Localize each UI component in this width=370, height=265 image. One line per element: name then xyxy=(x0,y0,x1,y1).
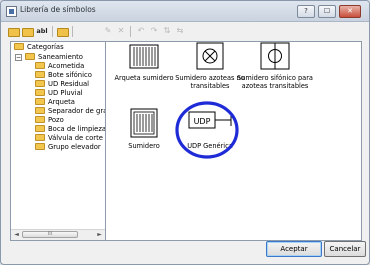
toolbar: abl ✎ ✕ ↶ ↷ ⇅ ⇆ xyxy=(7,25,207,39)
folder-icon xyxy=(35,143,45,150)
flip-icon[interactable]: ⇅ xyxy=(161,25,173,37)
folder-new-icon[interactable] xyxy=(56,25,69,37)
folder-icon xyxy=(35,116,45,123)
tree-item-label: Arqueta xyxy=(48,98,75,106)
folder-open-icon[interactable] xyxy=(21,25,34,37)
close-button[interactable]: ✕ xyxy=(339,5,361,18)
folder-icon xyxy=(35,134,45,141)
edit-icon[interactable]: ✎ xyxy=(102,25,114,37)
category-tree[interactable]: Categorías − Saneamiento Acometida Bote … xyxy=(10,41,106,241)
tree-item[interactable]: Boca de limpieza xyxy=(35,125,106,134)
folder-icon xyxy=(35,80,45,87)
folder-icon xyxy=(25,53,35,60)
symbol-label: Sumidero sifónico para azoteas transitab… xyxy=(237,74,313,90)
tree-item-label: Grupo elevador xyxy=(48,143,101,151)
folder-icon xyxy=(35,98,45,105)
folder-icon xyxy=(35,62,45,69)
help-button[interactable]: ? xyxy=(297,5,315,18)
toolbar-separator xyxy=(52,26,53,37)
tree-item[interactable]: Arqueta xyxy=(35,98,75,107)
tree-item-label: Bote sifónico xyxy=(48,71,92,79)
folder-icon xyxy=(35,89,45,96)
tree-item[interactable]: UD Pluvial xyxy=(35,89,83,98)
scroll-right-icon[interactable]: ► xyxy=(95,231,104,239)
tree-item[interactable]: Grupo elevador xyxy=(35,143,101,152)
app-icon xyxy=(6,6,17,17)
symbol-sumidero-azoteas-no-transitables[interactable]: Sumidero azoteas no transitables xyxy=(175,42,245,102)
tree-category-label: Saneamiento xyxy=(38,53,83,61)
window-title: Librería de símbolos xyxy=(20,5,96,14)
sumidero-sifonico-icon xyxy=(260,42,290,70)
tree-item[interactable]: UD Residual xyxy=(35,80,89,89)
tree-category[interactable]: − Saneamiento xyxy=(15,53,83,62)
arqueta-sumidero-icon xyxy=(129,44,159,69)
symbol-sumidero-sifonico[interactable]: Sumidero sifónico para azoteas transitab… xyxy=(237,42,313,102)
folder-icon xyxy=(14,43,24,50)
accept-button[interactable]: Aceptar xyxy=(266,241,322,257)
tree-item-label: Pozo xyxy=(48,116,64,124)
toolbar-separator xyxy=(130,26,131,37)
folder-icon xyxy=(35,71,45,78)
tree-item-label: UD Pluvial xyxy=(48,89,83,97)
tree-root[interactable]: Categorías xyxy=(14,43,64,52)
selection-highlight-circle xyxy=(175,101,239,159)
folder-icon[interactable] xyxy=(7,25,20,37)
folder-icon xyxy=(35,125,45,132)
tree-root-label: Categorías xyxy=(27,43,64,51)
tree-item[interactable]: Acometida xyxy=(35,62,84,71)
tree-item[interactable]: Válvula de corte xyxy=(35,134,103,143)
mirror-icon[interactable]: ⇆ xyxy=(174,25,186,37)
collapse-icon[interactable]: − xyxy=(15,54,22,61)
tree-item[interactable]: Separador de gra xyxy=(35,107,106,116)
scroll-left-icon[interactable]: ◄ xyxy=(12,231,21,239)
tree-item[interactable]: Bote sifónico xyxy=(35,71,92,80)
tree-item-label: Separador de gra xyxy=(48,107,106,115)
symbol-arqueta-sumidero[interactable]: Arqueta sumidero xyxy=(109,42,179,102)
toolbar-separator xyxy=(72,26,73,37)
scroll-thumb[interactable]: III xyxy=(22,231,78,238)
symbol-grid: Arqueta sumidero Sumidero azoteas no tra… xyxy=(105,41,362,241)
folder-icon xyxy=(35,107,45,114)
horizontal-scrollbar[interactable]: ◄ III ► xyxy=(11,229,105,240)
cancel-button[interactable]: Cancelar xyxy=(324,241,366,257)
symbol-sumidero[interactable]: Sumidero xyxy=(109,106,179,166)
tree-item-label: UD Residual xyxy=(48,80,90,88)
tree-item-label: Válvula de corte xyxy=(48,134,103,142)
tree-item-label: Acometida xyxy=(48,62,85,70)
rotate-right-icon[interactable]: ↷ xyxy=(148,25,160,37)
rename-icon[interactable]: abl xyxy=(35,25,49,37)
delete-icon[interactable]: ✕ xyxy=(115,25,127,37)
maximize-button[interactable]: ☐ xyxy=(318,5,336,18)
sumidero-azotea-icon xyxy=(196,42,224,70)
sumidero-icon xyxy=(130,108,158,138)
title-bar: Librería de símbolos ? ☐ ✕ xyxy=(1,1,369,22)
tree-item-label: Boca de limpieza xyxy=(48,125,106,133)
symbol-library-dialog: Librería de símbolos ? ☐ ✕ abl ✎ ✕ ↶ ↷ ⇅… xyxy=(0,0,370,265)
tree-item[interactable]: Pozo xyxy=(35,116,64,125)
rotate-left-icon[interactable]: ↶ xyxy=(135,25,147,37)
